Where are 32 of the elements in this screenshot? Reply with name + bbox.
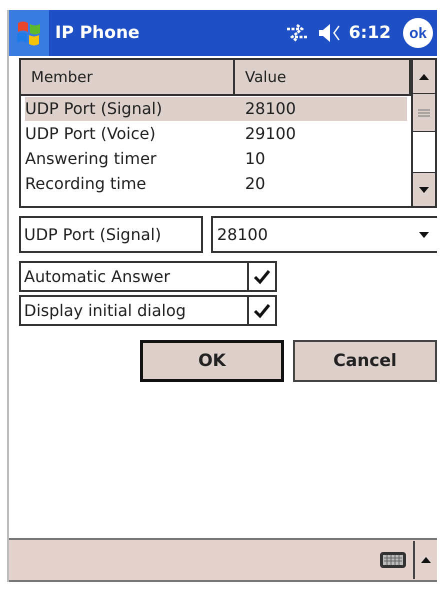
dialog-button[interactable]: OK: [140, 340, 284, 382]
table-cell-text: UDP Port (Signal): [25, 98, 164, 120]
option-label: Display initial dialog: [23, 300, 187, 322]
table-cell-text: 20: [245, 173, 266, 195]
scroll-thumb[interactable]: [413, 94, 435, 132]
table-cell-text: UDP Port (Voice): [25, 123, 157, 145]
table-row[interactable]: UDP Port (Signal) 28100: [25, 97, 407, 121]
table-cell-text: Recording time: [25, 173, 148, 195]
table-cell-text: 28100: [245, 98, 297, 120]
dialog-button[interactable]: Cancel: [293, 340, 437, 382]
column-header[interactable]: Value: [235, 60, 411, 94]
start-button[interactable]: [9, 10, 49, 56]
field-label: UDP Port (Signal): [19, 216, 203, 253]
check-icon: [253, 268, 271, 284]
scroll-down-icon[interactable]: [419, 186, 429, 192]
window-title: IP Phone: [55, 23, 141, 43]
connectivity-icon: [284, 23, 309, 43]
keyboard-icon[interactable]: [379, 550, 407, 570]
value-dropdown[interactable]: 28100: [211, 216, 437, 253]
check-icon: [253, 302, 271, 318]
option-label: Automatic Answer: [23, 266, 172, 288]
clock-time[interactable]: 6:12: [348, 23, 391, 43]
input-menu-icon[interactable]: [421, 557, 431, 563]
windows-flag-icon: [15, 19, 43, 47]
scroll-up-icon[interactable]: [419, 74, 429, 80]
table-cell-text: 29100: [245, 123, 297, 145]
table-cell-text: Answering timer: [25, 148, 158, 170]
column-header[interactable]: Member: [21, 60, 235, 94]
caret-icon[interactable]: [419, 232, 429, 238]
ok-button[interactable]: ok: [403, 18, 433, 48]
scrollbar[interactable]: [411, 60, 435, 206]
table-cell-text: 10: [245, 148, 266, 170]
